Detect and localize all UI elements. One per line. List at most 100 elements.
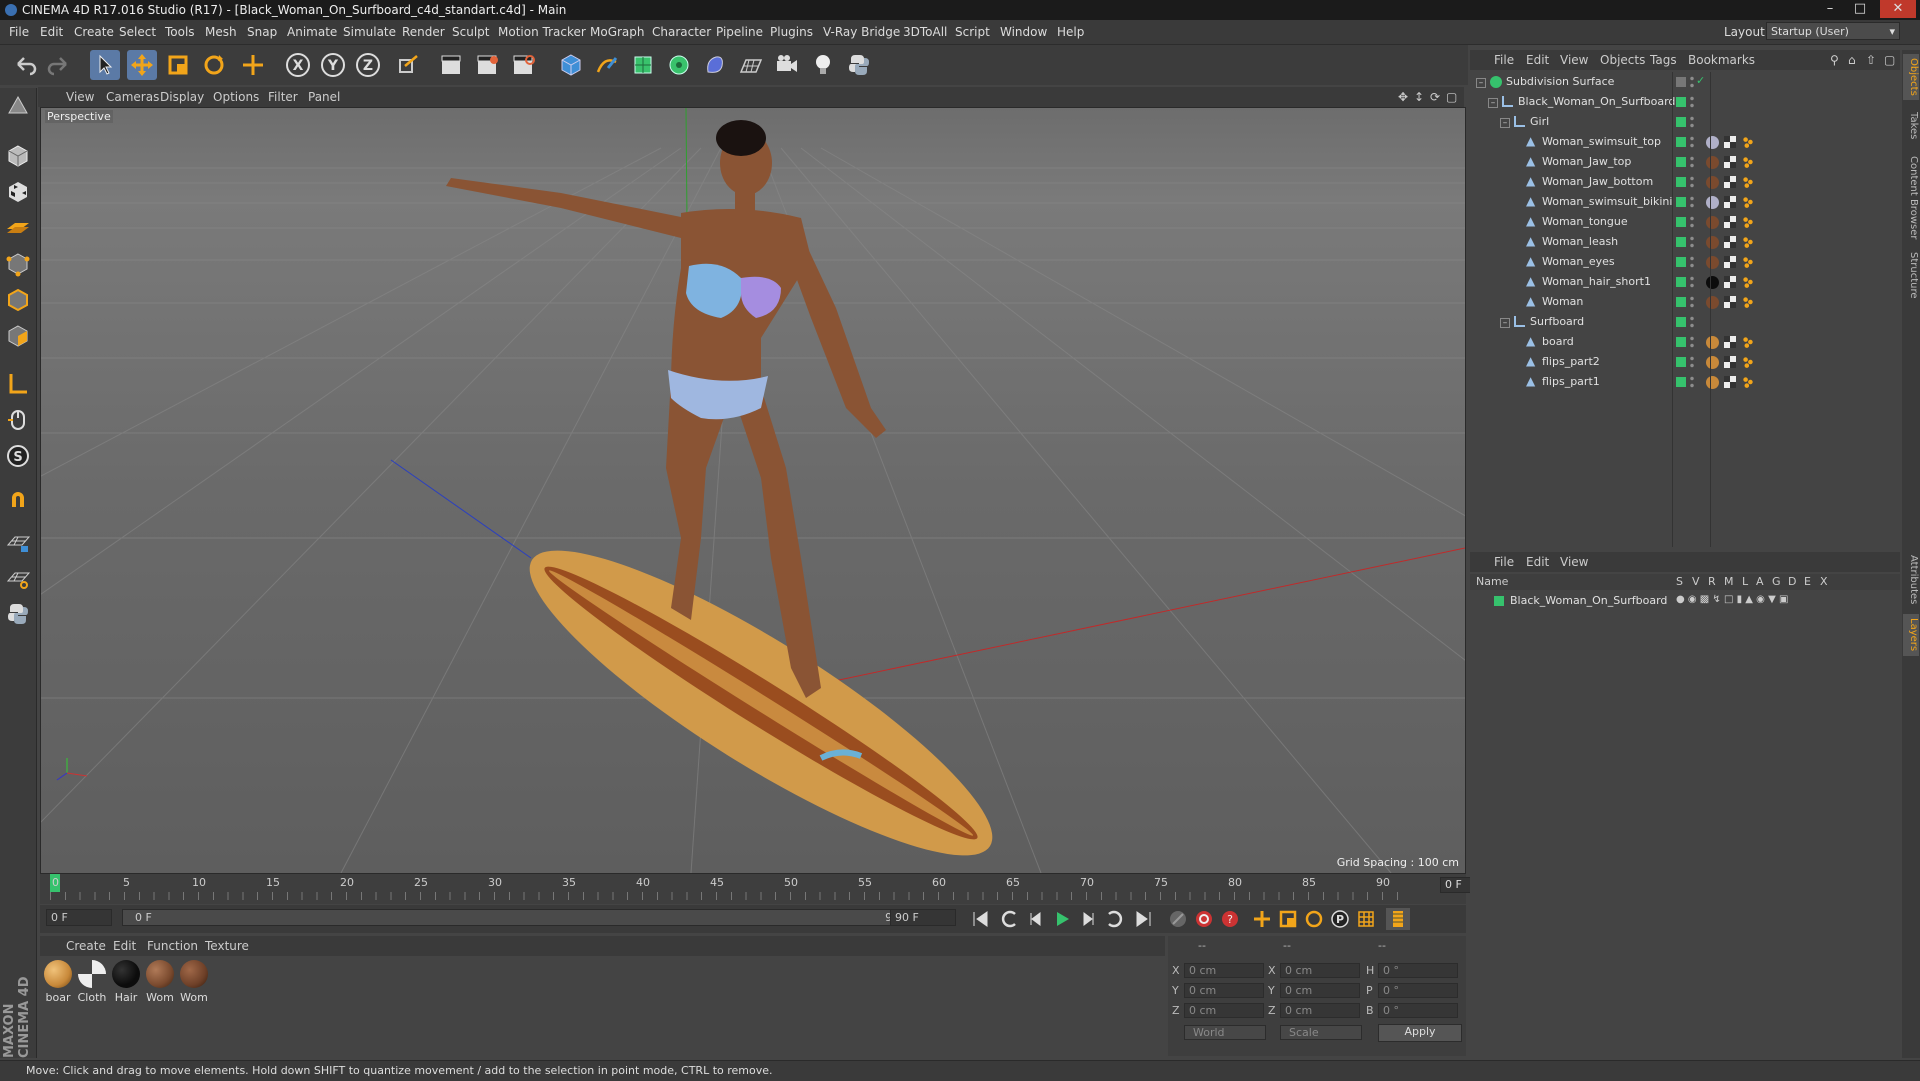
tab-attributes[interactable]: Attributes (1903, 550, 1919, 610)
menu-simulate[interactable]: Simulate (343, 25, 396, 39)
select-tool-button[interactable] (90, 50, 120, 80)
material-tag-icon[interactable] (1706, 236, 1719, 249)
menu-render[interactable]: Render (402, 25, 445, 39)
object-row[interactable]: ▲ board (1470, 332, 1900, 352)
mat-menu-create[interactable]: Create (66, 939, 106, 953)
object-name[interactable]: Woman_Jaw_top (1542, 155, 1631, 168)
uvw-tag-icon[interactable] (1724, 216, 1736, 228)
keyframe-selection-button[interactable]: ? (1218, 908, 1242, 930)
object-name[interactable]: Woman_leash (1542, 235, 1618, 248)
material-tag-icon[interactable] (1706, 276, 1719, 289)
menu-window[interactable]: Window (1000, 25, 1047, 39)
material-tag-icon[interactable] (1706, 156, 1719, 169)
menu-pipeline[interactable]: Pipeline (716, 25, 763, 39)
menu-character[interactable]: Character (652, 25, 711, 39)
material-swatch[interactable]: Wom (144, 960, 176, 1004)
om-menu-tags[interactable]: Tags (1650, 53, 1677, 67)
material-tag-icon[interactable] (1706, 176, 1719, 189)
x-axis-button[interactable]: X (283, 50, 313, 80)
mat-menu-edit[interactable]: Edit (113, 939, 136, 953)
axis-mode-button[interactable] (4, 370, 32, 398)
mat-menu-function[interactable]: Function (147, 939, 198, 953)
om-menu-objects[interactable]: Objects (1600, 53, 1645, 67)
visibility-dots-icon[interactable] (1690, 175, 1694, 189)
uvw-tag-icon[interactable] (1724, 336, 1736, 348)
menu-file[interactable]: File (9, 25, 29, 39)
object-row[interactable]: ▲ Woman_Jaw_top (1470, 152, 1900, 172)
menu-plugins[interactable]: Plugins (770, 25, 813, 39)
tab-takes[interactable]: Takes (1903, 106, 1919, 146)
y-axis-button[interactable]: Y (318, 50, 348, 80)
position-z-field[interactable]: 0 cm (1184, 1003, 1264, 1018)
apply-button[interactable]: Apply (1378, 1024, 1462, 1042)
layer-color-indicator[interactable] (1676, 157, 1686, 167)
coordinate-space-dropdown[interactable]: World (1184, 1025, 1266, 1040)
start-frame-field[interactable]: 0 F (46, 909, 112, 926)
collapse-toggle-icon[interactable]: – (1500, 318, 1510, 328)
object-row[interactable]: ▲ Woman_swimsuit_bikini (1470, 192, 1900, 212)
edit-render-settings-button[interactable] (508, 50, 538, 80)
object-name[interactable]: board (1542, 335, 1574, 348)
vp-menu-filter[interactable]: Filter (268, 90, 298, 104)
vp-menu-view[interactable]: View (66, 90, 94, 104)
layer-color-indicator[interactable] (1676, 337, 1686, 347)
uvw-tag-icon[interactable] (1724, 256, 1736, 268)
material-tag-icon[interactable] (1706, 336, 1719, 349)
uvw-tag-icon[interactable] (1724, 236, 1736, 248)
move-tool-button[interactable] (127, 50, 157, 80)
om-menu-file[interactable]: File (1494, 53, 1514, 67)
render-view-button[interactable] (436, 50, 466, 80)
menu-create[interactable]: Create (74, 25, 114, 39)
layer-color-indicator[interactable] (1676, 217, 1686, 227)
position-x-field[interactable]: 0 cm (1184, 963, 1264, 978)
edges-mode-button[interactable] (4, 286, 32, 314)
menu-mograph[interactable]: MoGraph (590, 25, 645, 39)
object-name[interactable]: Girl (1530, 115, 1549, 128)
points-mode-button[interactable] (4, 250, 32, 278)
viewport-maximize-icon[interactable]: ▢ (1446, 90, 1457, 104)
object-name[interactable]: Woman_Jaw_bottom (1542, 175, 1653, 188)
object-name[interactable]: Woman_tongue (1542, 215, 1628, 228)
object-row[interactable]: ▲ Woman_hair_short1 (1470, 272, 1900, 292)
om-menu-view[interactable]: View (1560, 53, 1588, 67)
menu-motion-tracker[interactable]: Motion Tracker (498, 25, 586, 39)
end-frame-field[interactable]: 90 F (890, 909, 956, 926)
object-row[interactable]: – Black_Woman_On_Surfboard (1470, 92, 1900, 112)
object-row[interactable]: ▲ Woman (1470, 292, 1900, 312)
selection-tag-icon[interactable] (1742, 336, 1754, 348)
tab-objects[interactable]: Objects (1903, 54, 1919, 100)
om-menu-edit[interactable]: Edit (1526, 53, 1549, 67)
uvw-tag-icon[interactable] (1724, 276, 1736, 288)
selection-tag-icon[interactable] (1742, 136, 1754, 148)
object-name[interactable]: Black_Woman_On_Surfboard (1518, 95, 1675, 108)
layer-color-indicator[interactable] (1676, 177, 1686, 187)
home-icon[interactable]: ⌂ (1848, 53, 1856, 67)
selection-tag-icon[interactable] (1742, 276, 1754, 288)
search-icon[interactable]: ⚲ (1830, 53, 1839, 67)
menu-tools[interactable]: Tools (165, 25, 195, 39)
uvw-tag-icon[interactable] (1724, 176, 1736, 188)
visibility-dots-icon[interactable] (1690, 295, 1694, 309)
menu-mesh[interactable]: Mesh (205, 25, 237, 39)
lm-menu-edit[interactable]: Edit (1526, 555, 1549, 569)
go-to-start-button[interactable] (968, 908, 992, 930)
make-editable-button[interactable] (4, 92, 32, 120)
tab-structure[interactable]: Structure (1903, 250, 1919, 300)
selection-tag-icon[interactable] (1742, 256, 1754, 268)
selection-tag-icon[interactable] (1742, 356, 1754, 368)
object-row[interactable]: ▲ Woman_tongue (1470, 212, 1900, 232)
layer-color-indicator[interactable] (1676, 277, 1686, 287)
lm-menu-file[interactable]: File (1494, 555, 1514, 569)
layer-color-indicator[interactable] (1676, 117, 1686, 127)
layer-color-indicator[interactable] (1676, 297, 1686, 307)
rotation-b-field[interactable]: 0 ° (1378, 1003, 1458, 1018)
viewport-rotate-icon[interactable]: ⟳ (1430, 90, 1440, 104)
up-arrow-icon[interactable]: ⇧ (1866, 53, 1876, 67)
snapping-button[interactable]: S (4, 442, 32, 470)
object-name[interactable]: Woman (1542, 295, 1583, 308)
visibility-dots-icon[interactable] (1690, 355, 1694, 369)
object-row[interactable]: ▲ Woman_leash (1470, 232, 1900, 252)
layer-color-indicator[interactable] (1676, 317, 1686, 327)
render-to-picture-viewer-button[interactable] (472, 50, 502, 80)
tab-content-browser[interactable]: Content Browser (1903, 150, 1919, 246)
